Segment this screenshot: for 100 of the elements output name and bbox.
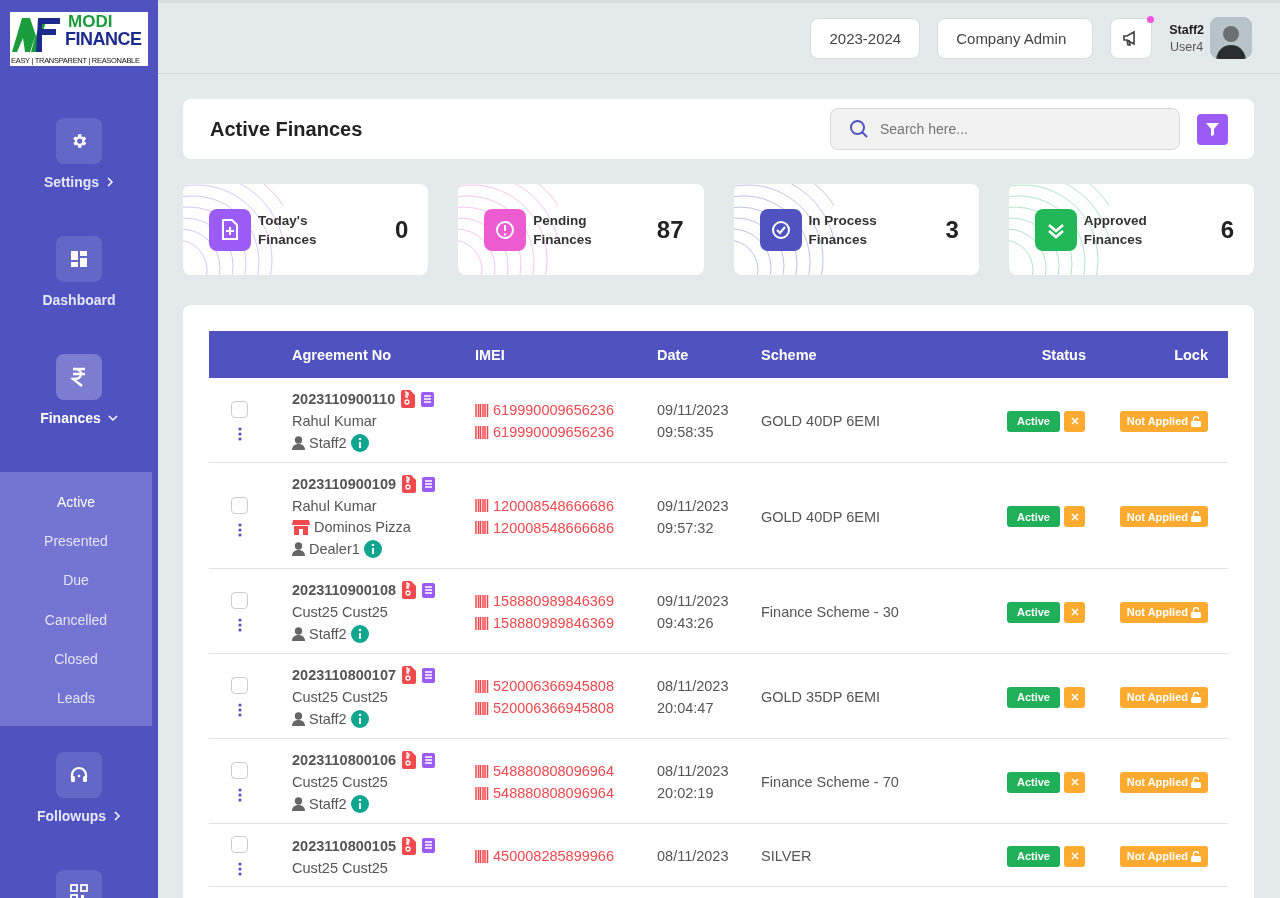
stat-value: 87: [656, 215, 684, 244]
year-selector[interactable]: 2023-2024: [810, 17, 921, 59]
book-icon[interactable]: [421, 391, 435, 407]
imei-number: 520006366945808: [493, 700, 614, 716]
user-role: User4: [1169, 39, 1204, 54]
more-options-icon[interactable]: [237, 618, 242, 632]
more-options-icon[interactable]: [237, 862, 242, 876]
row-checkbox[interactable]: [231, 762, 248, 779]
agreement-number[interactable]: 2023110800105: [292, 837, 397, 854]
column-header: Status: [1040, 346, 1087, 363]
zip-file-icon[interactable]: [402, 581, 417, 599]
imei-number: 548880808096964: [493, 785, 614, 801]
nav-icon-tile[interactable]: [56, 751, 102, 798]
book-icon[interactable]: [422, 667, 436, 683]
info-icon[interactable]: [350, 625, 369, 643]
more-options-icon[interactable]: [237, 788, 242, 802]
close-icon: [1070, 693, 1079, 701]
user-name: Staff2: [1169, 22, 1204, 37]
agreement-number[interactable]: 2023110900110: [292, 391, 396, 407]
qr-code-icon: [69, 882, 89, 898]
zip-file-icon[interactable]: [401, 390, 416, 408]
book-icon[interactable]: [422, 752, 436, 768]
submenu-item[interactable]: Due: [0, 560, 152, 600]
customer-name: Cust25 Cust25: [292, 774, 389, 790]
row-checkbox[interactable]: [231, 677, 248, 694]
cancel-button[interactable]: [1064, 506, 1085, 527]
cancel-button[interactable]: [1064, 601, 1085, 623]
imei-number: 548880808096964: [493, 763, 614, 779]
imei-number: 619990009656236: [493, 402, 614, 418]
user-name: Staff2: [309, 796, 347, 812]
nav-item[interactable]: Dashboard: [42, 292, 116, 308]
cancel-button[interactable]: [1064, 845, 1085, 867]
unlock-icon: [1191, 850, 1201, 862]
date-text: 08/11/2023: [657, 763, 730, 779]
user-name: Dealer1: [309, 541, 360, 557]
submenu-item[interactable]: Active: [0, 482, 152, 522]
stat-label: Approved Finances: [1083, 211, 1148, 249]
agreement-number[interactable]: 2023110800107: [292, 667, 397, 683]
barcode-icon: [475, 679, 489, 693]
nav-icon-tile[interactable]: [56, 236, 102, 282]
imei-number: 450008285899966: [493, 848, 614, 864]
zip-file-icon[interactable]: [402, 751, 417, 769]
avatar[interactable]: [1210, 17, 1252, 59]
status-badge: Active: [1006, 845, 1060, 867]
book-icon[interactable]: [422, 582, 436, 598]
filter-button[interactable]: [1197, 113, 1228, 145]
announcement-button[interactable]: [1110, 17, 1153, 59]
row-checkbox[interactable]: [231, 836, 248, 853]
submenu-item[interactable]: Closed: [0, 639, 152, 679]
book-icon[interactable]: [422, 838, 436, 853]
role-selector[interactable]: Company Admin: [937, 17, 1094, 59]
imei-number: 520006366945808: [493, 678, 614, 694]
agreement-number[interactable]: 2023110900109: [292, 476, 397, 492]
agreement-number[interactable]: 2023110900108: [292, 582, 397, 598]
more-options-icon[interactable]: [237, 427, 242, 441]
submenu-item[interactable]: Leads: [0, 678, 152, 718]
imei-number: 120008548666686: [493, 519, 614, 536]
more-options-icon[interactable]: [237, 703, 242, 717]
zip-file-icon[interactable]: [402, 475, 417, 493]
nav-item[interactable]: Followups: [36, 807, 107, 824]
row-checkbox[interactable]: [231, 496, 248, 514]
search-field[interactable]: Search here...: [830, 108, 1180, 150]
info-icon[interactable]: [363, 540, 382, 558]
unlock-icon: [1191, 691, 1201, 703]
row-checkbox[interactable]: [231, 592, 248, 609]
book-icon[interactable]: [422, 476, 436, 492]
info-icon[interactable]: [350, 434, 369, 452]
time-text: 09:43:26: [657, 615, 715, 631]
nav-icon-tile[interactable]: [56, 354, 102, 400]
row-checkbox[interactable]: [231, 401, 248, 418]
time-text: 09:57:32: [657, 519, 715, 536]
agreement-number[interactable]: 2023110800106: [292, 752, 397, 768]
barcode-icon: [475, 764, 489, 778]
nav-icon-tile[interactable]: [56, 118, 102, 164]
cancel-button[interactable]: [1064, 686, 1085, 708]
zip-file-icon[interactable]: [402, 666, 417, 684]
cancel-button[interactable]: [1064, 410, 1085, 432]
submenu-item[interactable]: Cancelled: [0, 599, 152, 640]
info-icon[interactable]: [350, 710, 369, 728]
submenu-item[interactable]: Presented: [0, 521, 152, 561]
scheme-name: SILVER: [761, 848, 813, 864]
nav-item[interactable]: Settings: [43, 174, 100, 190]
dashboard-icon: [70, 250, 88, 268]
status-badge: Active: [1006, 506, 1060, 527]
unlock-icon: [1191, 606, 1201, 618]
nav-item[interactable]: Finances: [40, 410, 101, 426]
user-icon: [292, 797, 305, 811]
user-icon: [292, 542, 305, 556]
time-text: 20:04:47: [657, 700, 715, 716]
imei-number: 120008548666686: [493, 497, 614, 514]
scheme-name: GOLD 40DP 6EMI: [761, 413, 881, 429]
user-icon: [292, 436, 305, 450]
logo-text: FINANCE: [65, 29, 142, 50]
info-icon[interactable]: [350, 795, 369, 813]
customer-name: Cust25 Cust25: [292, 604, 389, 620]
more-options-icon[interactable]: [237, 522, 242, 537]
user-name: Staff2: [309, 435, 347, 451]
zip-file-icon[interactable]: [402, 836, 417, 855]
cancel-button[interactable]: [1064, 771, 1085, 793]
user-icon: [292, 627, 305, 641]
